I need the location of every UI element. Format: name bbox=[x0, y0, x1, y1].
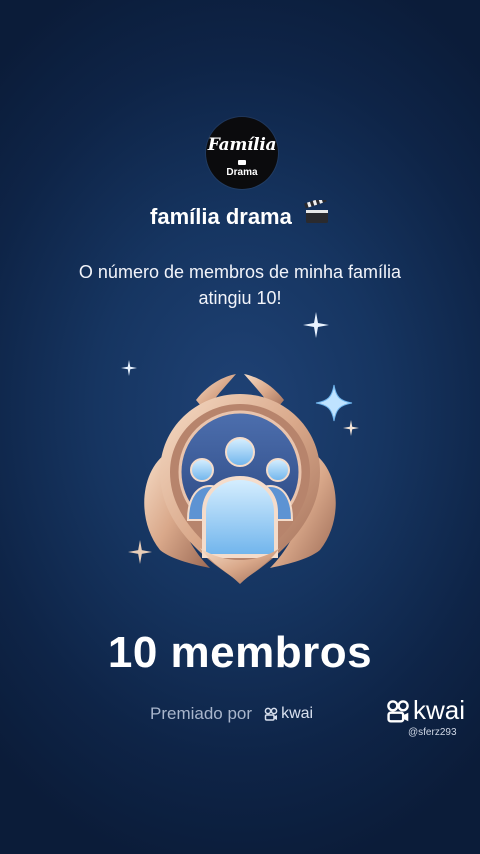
watermark-username: @sferz293 bbox=[408, 727, 457, 738]
kwai-brand: kwai bbox=[264, 705, 313, 723]
sparkle-icon bbox=[121, 360, 137, 376]
family-name-text: família drama bbox=[150, 203, 292, 229]
milestone-message: O número de membros de minha família ati… bbox=[78, 262, 402, 308]
kwai-watermark: kwai bbox=[386, 695, 465, 726]
sparkle-icon bbox=[343, 420, 359, 436]
awarded-label: Premiado por bbox=[150, 704, 253, 723]
logo-title: Família bbox=[207, 135, 277, 155]
clapperboard-icon bbox=[304, 196, 330, 230]
member-count-title: 10 membros bbox=[107, 628, 373, 677]
sparkle-icon bbox=[303, 312, 329, 338]
watermark-brand-text: kwai bbox=[413, 695, 466, 725]
family-name-heading: família drama bbox=[0, 196, 480, 233]
logo-subtitle: Drama bbox=[226, 167, 258, 178]
sparkle-icon bbox=[128, 540, 152, 564]
logo-clapper-icon bbox=[238, 160, 246, 165]
kwai-logo-icon bbox=[264, 707, 278, 721]
kwai-logo-icon bbox=[387, 699, 409, 722]
kwai-brand-text: kwai bbox=[281, 705, 314, 722]
awarded-by-line: Premiado por kwai bbox=[150, 704, 313, 724]
family-logo[interactable]: Família Drama bbox=[206, 117, 278, 189]
blue-star-icon bbox=[315, 384, 353, 422]
